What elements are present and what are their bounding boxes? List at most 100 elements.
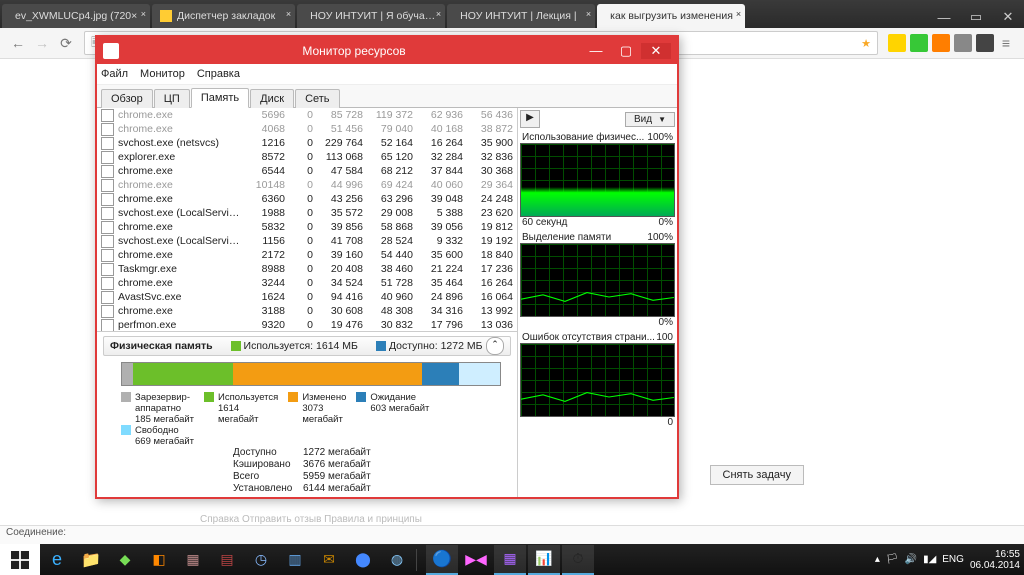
- process-row[interactable]: chrome.exe5696085 728119 37262 93656 436: [97, 108, 517, 122]
- process-checkbox[interactable]: [101, 151, 114, 164]
- process-row[interactable]: svchost.exe (LocalServiceNo...1988035 57…: [97, 206, 517, 220]
- browser-tab[interactable]: Диспетчер закладок×: [152, 4, 295, 28]
- used-label: Используется: 1614 МБ: [244, 340, 358, 352]
- taskbar-app-icon[interactable]: ◍: [381, 546, 413, 574]
- process-row[interactable]: svchost.exe (LocalServiceNet...1156041 7…: [97, 234, 517, 248]
- tray-clock[interactable]: 16:5506.04.2014: [970, 549, 1020, 571]
- process-row[interactable]: chrome.exe3188030 60848 30834 31613 992: [97, 304, 517, 318]
- maximize-button[interactable]: ▭: [960, 6, 992, 28]
- back-button[interactable]: ←: [6, 31, 30, 55]
- process-row[interactable]: chrome.exe4068051 45679 04040 16838 872: [97, 122, 517, 136]
- resmon-titlebar[interactable]: Монитор ресурсов — ▢ ✕: [97, 37, 677, 64]
- menu-item[interactable]: Монитор: [140, 68, 185, 80]
- taskbar-app-icon[interactable]: ▤: [211, 546, 243, 574]
- resmon-tab[interactable]: ЦП: [154, 89, 190, 108]
- taskbar-app-icon[interactable]: ◧: [143, 546, 175, 574]
- bg-close-button[interactable]: ✕: [917, 61, 947, 79]
- taskbar-explorer-icon[interactable]: 📁: [75, 546, 107, 574]
- browser-menu-button[interactable]: ≡: [994, 31, 1018, 55]
- process-row[interactable]: chrome.exe2172039 16054 44035 60018 840: [97, 248, 517, 262]
- view-mode-button[interactable]: Вид▼: [625, 112, 675, 127]
- tab-close-icon[interactable]: ×: [286, 9, 291, 19]
- extension-icon[interactable]: [932, 34, 950, 52]
- browser-tab[interactable]: как выгрузить изменения×: [597, 4, 745, 28]
- process-table[interactable]: chrome.exe5696085 728119 37262 93656 436…: [97, 108, 517, 331]
- close-button[interactable]: ✕: [992, 6, 1024, 28]
- extension-icon[interactable]: [976, 34, 994, 52]
- taskbar-app-icon[interactable]: ▦: [494, 545, 526, 575]
- process-checkbox[interactable]: [101, 319, 114, 332]
- extension-icon[interactable]: [888, 34, 906, 52]
- tray-flag-icon[interactable]: 🏳: [886, 554, 899, 565]
- bookmark-star-icon[interactable]: ★: [861, 37, 871, 50]
- taskbar-app-icon[interactable]: ⬤: [347, 546, 379, 574]
- process-row[interactable]: svchost.exe (netsvcs)12160229 76452 1641…: [97, 136, 517, 150]
- menu-item[interactable]: Справка: [197, 68, 240, 80]
- tab-close-icon[interactable]: ×: [736, 9, 741, 19]
- collapse-button[interactable]: ⌃: [486, 337, 504, 355]
- tray-volume-icon[interactable]: 🔊: [905, 554, 917, 565]
- charts-collapse-button[interactable]: ▶: [520, 110, 540, 128]
- process-checkbox[interactable]: [101, 193, 114, 206]
- tab-close-icon[interactable]: ×: [436, 9, 441, 19]
- process-row[interactable]: explorer.exe85720113 06865 12032 28432 8…: [97, 150, 517, 164]
- process-row[interactable]: AvastSvc.exe1624094 41640 96024 89616 06…: [97, 290, 517, 304]
- taskbar-app-icon[interactable]: ✉: [313, 546, 345, 574]
- resmon-maximize-button[interactable]: ▢: [611, 43, 641, 59]
- process-row[interactable]: chrome.exe5832039 85658 86839 05619 812: [97, 220, 517, 234]
- process-checkbox[interactable]: [101, 277, 114, 290]
- process-row[interactable]: chrome.exe3244034 52451 72835 46416 264: [97, 276, 517, 290]
- process-checkbox[interactable]: [101, 109, 114, 122]
- resmon-tab[interactable]: Диск: [250, 89, 294, 108]
- process-checkbox[interactable]: [101, 249, 114, 262]
- resmon-tab[interactable]: Обзор: [101, 89, 153, 108]
- taskbar-app-icon[interactable]: ▶◀: [460, 546, 492, 574]
- menu-item[interactable]: Файл: [101, 68, 128, 80]
- process-checkbox[interactable]: [101, 179, 114, 192]
- tab-close-icon[interactable]: ×: [141, 9, 146, 19]
- reload-button[interactable]: ⟳: [54, 31, 78, 55]
- taskbar-ie-icon[interactable]: e: [41, 546, 73, 574]
- resmon-tab[interactable]: Память: [191, 88, 249, 108]
- tray-network-icon[interactable]: ▮◢: [923, 554, 936, 565]
- resmon-tab[interactable]: Сеть: [295, 89, 339, 108]
- process-checkbox[interactable]: [101, 291, 114, 304]
- taskbar-app-icon[interactable]: ◷: [245, 546, 277, 574]
- process-checkbox[interactable]: [101, 263, 114, 276]
- tray-lang[interactable]: ENG: [942, 554, 964, 565]
- physical-memory-header[interactable]: Физическая память Используется: 1614 МБ …: [103, 336, 511, 356]
- taskbar-app-icon[interactable]: ▥: [279, 546, 311, 574]
- process-checkbox[interactable]: [101, 305, 114, 318]
- process-row[interactable]: perfmon.exe9320019 47630 83217 79613 036: [97, 318, 517, 331]
- taskbar-resmon-icon[interactable]: ⏱: [562, 545, 594, 575]
- process-row[interactable]: chrome.exe10148044 99669 42440 06029 364: [97, 178, 517, 192]
- process-checkbox[interactable]: [101, 165, 114, 178]
- process-checkbox[interactable]: [101, 235, 114, 248]
- browser-tab[interactable]: НОУ ИНТУИТ | Лекция |×: [447, 4, 595, 28]
- process-checkbox[interactable]: [101, 207, 114, 220]
- tray-chevron-icon[interactable]: ▴: [875, 554, 880, 565]
- tab-close-icon[interactable]: ×: [586, 9, 591, 19]
- process-checkbox[interactable]: [101, 137, 114, 150]
- end-task-button[interactable]: Снять задачу: [710, 465, 805, 485]
- bg-minimize-button[interactable]: —: [853, 61, 883, 79]
- taskbar-chrome-icon[interactable]: 🔵: [426, 545, 458, 575]
- process-checkbox[interactable]: [101, 123, 114, 136]
- process-row[interactable]: chrome.exe6360043 25663 29639 04824 248: [97, 192, 517, 206]
- taskbar-app-icon[interactable]: ◆: [109, 546, 141, 574]
- minimize-button[interactable]: —: [928, 6, 960, 28]
- process-row[interactable]: chrome.exe6544047 58468 21237 84430 368: [97, 164, 517, 178]
- start-button[interactable]: [0, 544, 40, 575]
- process-checkbox[interactable]: [101, 221, 114, 234]
- browser-tab[interactable]: НОУ ИНТУИТ | Я обуча…×: [297, 4, 445, 28]
- bg-maximize-button[interactable]: ▭: [885, 61, 915, 79]
- resmon-close-button[interactable]: ✕: [641, 43, 671, 59]
- taskbar-taskmgr-icon[interactable]: 📊: [528, 545, 560, 575]
- browser-tab[interactable]: ev_XWMLUCp4.jpg (720××: [2, 4, 150, 28]
- extension-icon[interactable]: [954, 34, 972, 52]
- forward-button[interactable]: →: [30, 31, 54, 55]
- taskbar-app-icon[interactable]: ▦: [177, 546, 209, 574]
- extension-icon[interactable]: [910, 34, 928, 52]
- resmon-minimize-button[interactable]: —: [581, 43, 611, 58]
- process-row[interactable]: Taskmgr.exe8988020 40838 46021 22417 236: [97, 262, 517, 276]
